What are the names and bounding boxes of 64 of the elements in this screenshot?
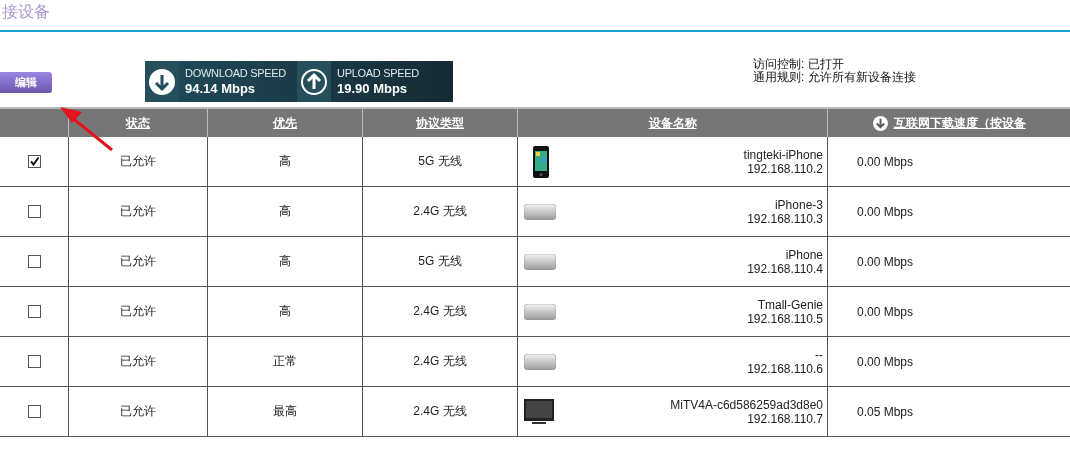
table-cell: 高 [279,153,291,170]
info-text: 访问控制: 已打开 [753,58,845,71]
table-cell: 2.4G 无线 [413,203,467,220]
table-cell: 高 [279,253,291,270]
sort-down-icon [872,115,888,131]
speed-value: 94.14 Mbps [185,81,257,96]
table-cell: 0.05 Mbps [857,404,914,419]
row-checkbox[interactable] [27,405,41,418]
column-header[interactable]: 互联网下载速度（按设备 [827,107,1070,137]
info-text: 通用规则: 允许所有新设备连接 [753,71,916,84]
annotation-arrow [59,106,114,152]
device-ip: 192.168.110.3 [747,211,823,226]
table-cell: 0.00 Mbps [857,304,914,319]
device-ip: 192.168.110.2 [747,161,823,176]
mini-computer-icon [524,303,556,320]
table-header [0,107,68,137]
device-name: tingteki-iPhone [743,147,823,162]
row-checkbox[interactable] [27,205,41,218]
device-name: Tmall-Genie [757,297,823,312]
speed-label: UPLOAD SPEED [337,67,419,79]
page-title: 接设备 [1,1,51,23]
speed-label: DOWNLOAD SPEED [185,67,286,79]
column-header[interactable]: 设备名称 [517,107,827,137]
table-cell: 高 [279,203,291,220]
mini-computer-icon [524,203,556,220]
table-cell: 已允许 [120,203,156,220]
table-cell: 高 [279,303,291,320]
table-cell: 已允许 [120,253,156,270]
mini-computer-icon [524,253,556,270]
speed-value: 19.90 Mbps [337,81,409,96]
device-name: iPhone-3 [774,197,823,212]
table-cell: 2.4G 无线 [413,403,467,420]
table-cell: 2.4G 无线 [413,303,467,320]
table-cell: 已允许 [120,403,156,420]
device-ip: 192.168.110.6 [747,361,823,376]
device-name: iPhone [785,247,823,262]
table-cell: 0.00 Mbps [857,154,914,169]
table-cell: 0.00 Mbps [857,254,914,269]
row-checkbox[interactable] [27,355,41,368]
table-cell: 已允许 [120,303,156,320]
device-name: MiTV4A-c6d586259ad3d8e0 [670,397,823,412]
row-checkbox[interactable] [27,305,41,318]
tv-icon [524,398,554,425]
device-ip: 192.168.110.4 [747,261,823,276]
column-header[interactable]: 优先 [207,107,362,137]
column-header[interactable]: 协议类型 [362,107,517,137]
device-name: -- [815,347,823,362]
table-cell: 已允许 [120,353,156,370]
table-cell: 正常 [273,353,297,370]
phone-icon [533,145,549,178]
table-cell: 0.00 Mbps [857,204,914,219]
table-cell: 最高 [273,403,297,420]
mini-computer-icon [524,353,556,370]
column-header[interactable]: 状态 [68,107,207,137]
edit-button[interactable]: 编辑 [0,72,52,93]
device-ip: 192.168.110.7 [747,411,823,426]
table-cell: 2.4G 无线 [413,353,467,370]
table-cell: 5G 无线 [418,153,462,170]
table-cell: 5G 无线 [418,253,462,270]
row-checkbox[interactable] [27,255,41,268]
table-cell: 0.00 Mbps [857,354,914,369]
table-cell: 已允许 [120,153,156,170]
device-ip: 192.168.110.5 [747,311,823,326]
row-checkbox[interactable] [27,155,41,168]
